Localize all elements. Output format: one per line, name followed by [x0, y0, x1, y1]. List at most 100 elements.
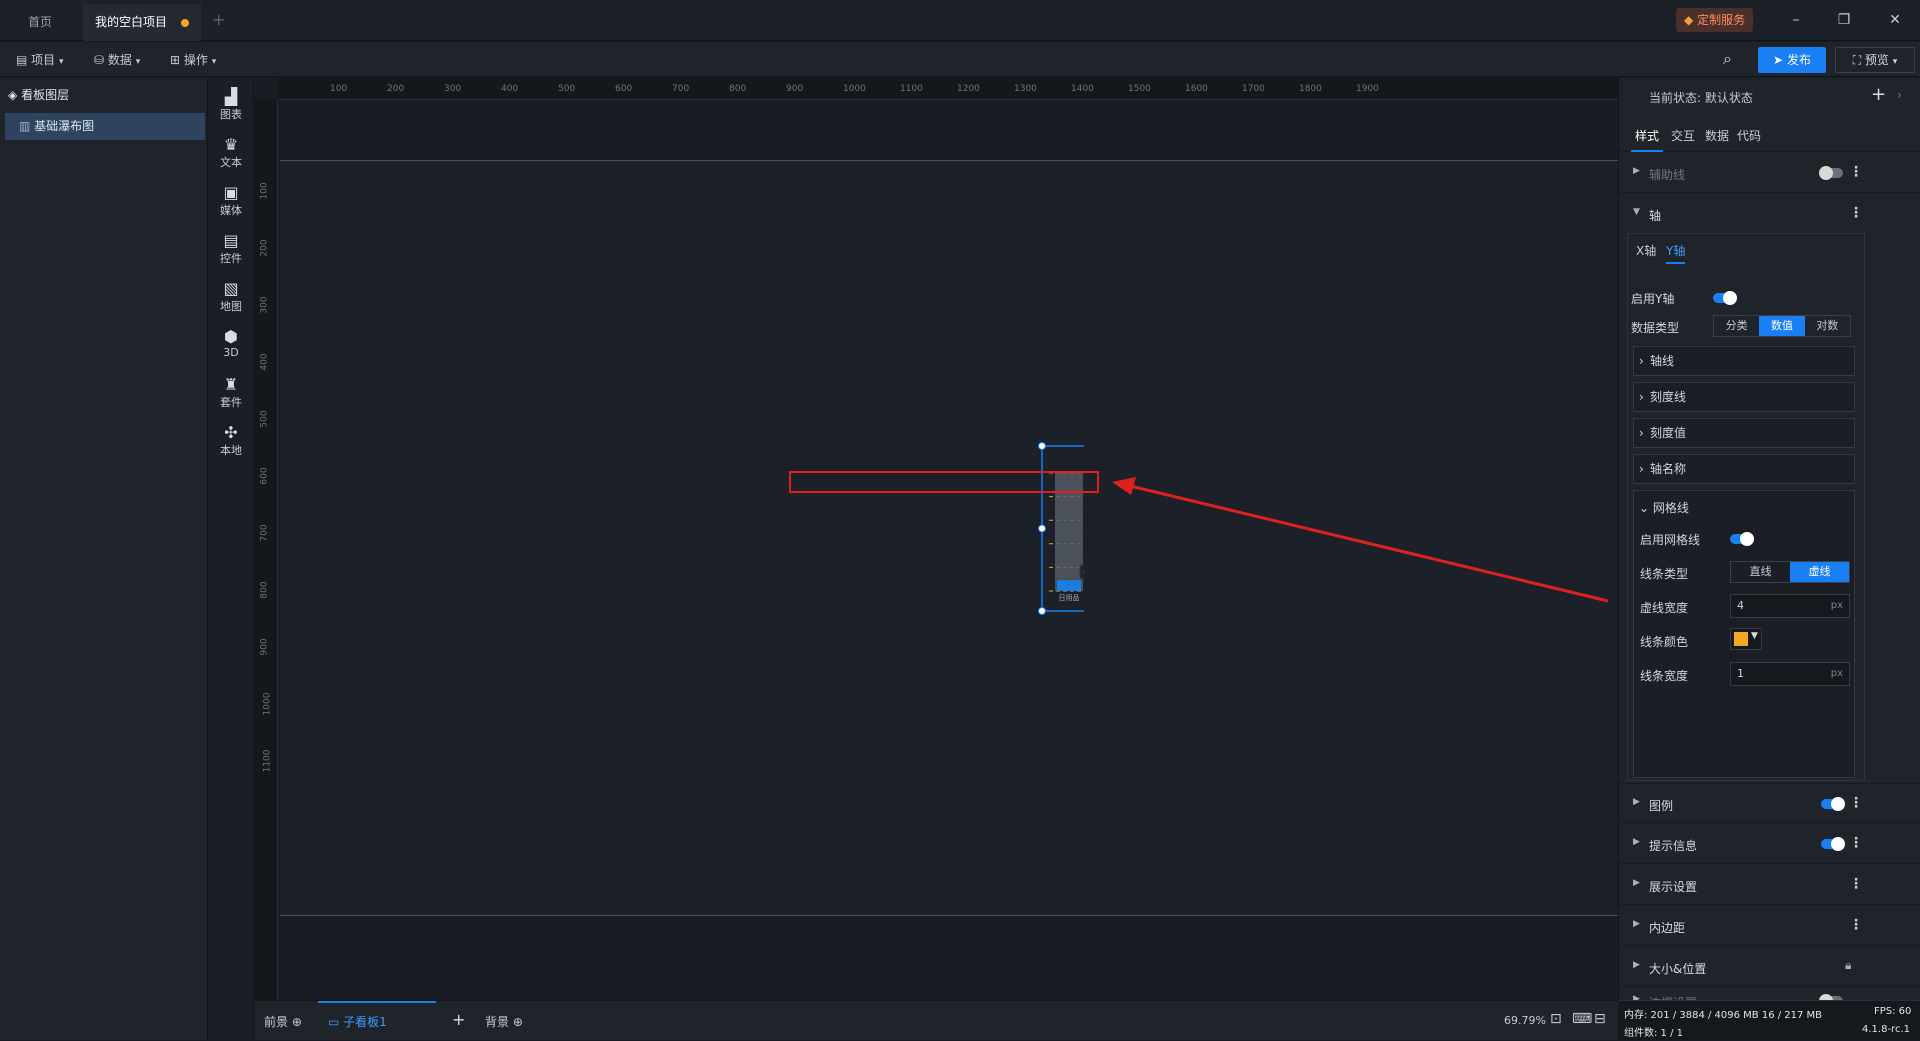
- sub-tick-line[interactable]: › 刻度线: [1633, 382, 1855, 412]
- preview-button[interactable]: ⛶ 预览 ▾: [1835, 47, 1915, 73]
- component-kit[interactable]: ♜ 套件: [208, 376, 254, 410]
- data-type-log[interactable]: 对数: [1805, 316, 1850, 336]
- component-3d[interactable]: ⬢ 3D: [208, 328, 254, 360]
- more-icon[interactable]: ⋮: [1849, 918, 1863, 932]
- canvas[interactable]: 100 200 300 400 500 600 700 800 900 1000 1100 1200 1…: [254, 78, 1618, 1000]
- component-map-label: 地图: [220, 300, 242, 313]
- more-icon[interactable]: ⋮: [1849, 796, 1863, 810]
- toolbar: ▤ 项目 ▾ ⛁ 数据 ▾ ⊞ 操作 ▾ ⌕ ➤ 发布 ⛶ 预览 ▾: [0, 42, 1920, 77]
- diamond-icon: ◆: [1684, 13, 1694, 27]
- publish-label: 发布: [1786, 53, 1811, 67]
- background-layer-button[interactable]: 背景 ⊕: [485, 1013, 523, 1030]
- kit-icon: ♜: [223, 375, 239, 394]
- publish-button[interactable]: ➤ 发布: [1758, 47, 1826, 73]
- data-type-segmented[interactable]: 分类 数值 对数: [1713, 315, 1851, 337]
- section-display[interactable]: ▶ 展示设置 ⋮: [1619, 865, 1920, 905]
- tab-project[interactable]: 我的空白项目: [83, 4, 201, 41]
- dash-width-input[interactable]: 4 px: [1730, 594, 1850, 618]
- section-aux-line[interactable]: ▶ 辅助线 ⋮: [1619, 153, 1920, 193]
- caret-right-icon: ▶: [1633, 960, 1640, 970]
- waterfall-chart[interactable]: 日用品伙食费交通费水电费房租总计流通总计日用品:20: [784, 78, 1084, 778]
- tab-home[interactable]: 首页: [16, 4, 70, 41]
- component-widget[interactable]: ▤ 控件: [208, 232, 254, 266]
- grid-line-title: 网格线: [1652, 501, 1689, 515]
- layer-item-waterfall[interactable]: ▥ 基础瀑布图: [5, 113, 205, 140]
- enable-y-axis-toggle[interactable]: [1713, 291, 1737, 305]
- ruler-tick-label: 400: [259, 353, 270, 371]
- tooltip-box: [1079, 564, 1084, 580]
- add-state-icon[interactable]: +: [1871, 84, 1886, 105]
- lock-icon[interactable]: 🔒︎: [1845, 958, 1851, 973]
- section-size-position[interactable]: ▶ 大小&位置 🔒︎: [1619, 947, 1920, 987]
- section-legend[interactable]: ▶ 图例 ⋮: [1619, 783, 1920, 823]
- bar-chart-icon: ▥: [19, 119, 31, 133]
- chevron-right-icon[interactable]: ›: [1897, 88, 1902, 102]
- chevron-down-icon: ▾: [211, 57, 217, 67]
- tab-code[interactable]: 代码: [1737, 122, 1761, 150]
- data-menu[interactable]: ⛁ 数据 ▾: [90, 48, 144, 72]
- section-tooltip[interactable]: ▶ 提示信息 ⋮: [1619, 824, 1920, 864]
- ruler-tick-label: 1000: [262, 692, 273, 716]
- component-map[interactable]: ▧ 地图: [208, 280, 254, 314]
- restore-icon[interactable]: ❐: [1834, 10, 1854, 30]
- tab-x-axis[interactable]: X轴: [1636, 242, 1656, 259]
- ruler-tick-label: 300: [444, 84, 462, 94]
- current-state-label: 当前状态: 默认状态: [1649, 91, 1753, 105]
- section-padding[interactable]: ▶ 内边距 ⋮: [1619, 906, 1920, 946]
- data-type-value[interactable]: 数值: [1759, 316, 1805, 336]
- tab-style[interactable]: 样式: [1631, 122, 1663, 152]
- grid-line-header[interactable]: ⌄ 网格线: [1639, 499, 1689, 516]
- tab-y-axis[interactable]: Y轴: [1666, 242, 1686, 264]
- more-icon[interactable]: ⋮: [1849, 206, 1863, 220]
- terminal-icon[interactable]: ⊟: [1594, 1011, 1606, 1027]
- more-icon[interactable]: ⋮: [1849, 877, 1863, 891]
- x-axis-tab-label: X轴: [1636, 244, 1657, 258]
- category-label: 日用品: [1059, 594, 1080, 602]
- ruler-vertical: 100 200 300 400 500 600 700 800 900 1000 1100: [254, 100, 278, 1000]
- fit-screen-icon[interactable]: ⊡: [1550, 1011, 1562, 1027]
- line-type-solid[interactable]: 直线: [1731, 562, 1790, 582]
- chevron-down-icon: ▾: [1892, 57, 1898, 67]
- sub-axis-name[interactable]: › 轴名称: [1633, 454, 1855, 484]
- tab-data-label: 数据: [1705, 129, 1730, 143]
- sub-tick-value[interactable]: › 刻度值: [1633, 418, 1855, 448]
- component-count: 组件数: 1 / 1: [1624, 1028, 1683, 1039]
- line-type-segmented[interactable]: 直线 虚线: [1730, 561, 1850, 583]
- line-color-picker[interactable]: ▼: [1730, 628, 1762, 650]
- line-width-input[interactable]: 1 px: [1730, 662, 1850, 686]
- caret-down-icon: ▼: [1633, 207, 1640, 217]
- component-chart[interactable]: ▟ 图表: [208, 88, 254, 122]
- zoom-level[interactable]: 69.79%: [1504, 1014, 1546, 1027]
- minimize-icon[interactable]: –: [1786, 10, 1806, 30]
- component-local[interactable]: ✣ 本地: [208, 424, 254, 458]
- tab-project-label: 我的空白项目: [95, 15, 168, 29]
- front-layer-button[interactable]: 前景 ⊕: [264, 1013, 302, 1030]
- tab-sub-board-1[interactable]: ▭ 子看板1: [318, 1001, 436, 1041]
- search-icon[interactable]: ⌕: [1723, 49, 1732, 69]
- more-icon[interactable]: ⋮: [1849, 165, 1863, 179]
- line-type-dashed[interactable]: 虚线: [1790, 562, 1849, 582]
- chart-icon: ▟: [224, 87, 238, 106]
- component-text[interactable]: ♛ 文本: [208, 136, 254, 170]
- keyboard-icon[interactable]: ⌨: [1572, 1011, 1592, 1027]
- tooltip-toggle[interactable]: [1821, 837, 1845, 851]
- aux-line-toggle[interactable]: [1819, 166, 1843, 180]
- section-axis[interactable]: ▼ 轴 ⋮: [1619, 194, 1920, 234]
- sub-axis-line[interactable]: › 轴线: [1633, 346, 1855, 376]
- sub-board-label: 子看板1: [343, 1015, 387, 1029]
- project-menu[interactable]: ▤ 项目 ▾: [12, 48, 68, 72]
- axis-name-label: 轴名称: [1650, 462, 1687, 476]
- add-board-icon[interactable]: +: [452, 1010, 465, 1029]
- chevron-down-icon: ⌄: [1639, 501, 1650, 515]
- close-icon[interactable]: ✕: [1885, 10, 1905, 30]
- legend-toggle[interactable]: [1821, 797, 1845, 811]
- more-icon[interactable]: ⋮: [1849, 836, 1863, 850]
- tab-interaction[interactable]: 交互: [1671, 122, 1695, 150]
- data-type-category[interactable]: 分类: [1714, 316, 1759, 336]
- ops-menu[interactable]: ⊞ 操作 ▾: [166, 48, 220, 72]
- enable-grid-toggle[interactable]: [1730, 532, 1754, 546]
- tab-data[interactable]: 数据: [1705, 122, 1729, 150]
- component-media[interactable]: ▣ 媒体: [208, 184, 254, 218]
- new-tab-plus-icon[interactable]: +: [212, 10, 225, 29]
- custom-service-button[interactable]: ◆ 定制服务: [1676, 8, 1754, 32]
